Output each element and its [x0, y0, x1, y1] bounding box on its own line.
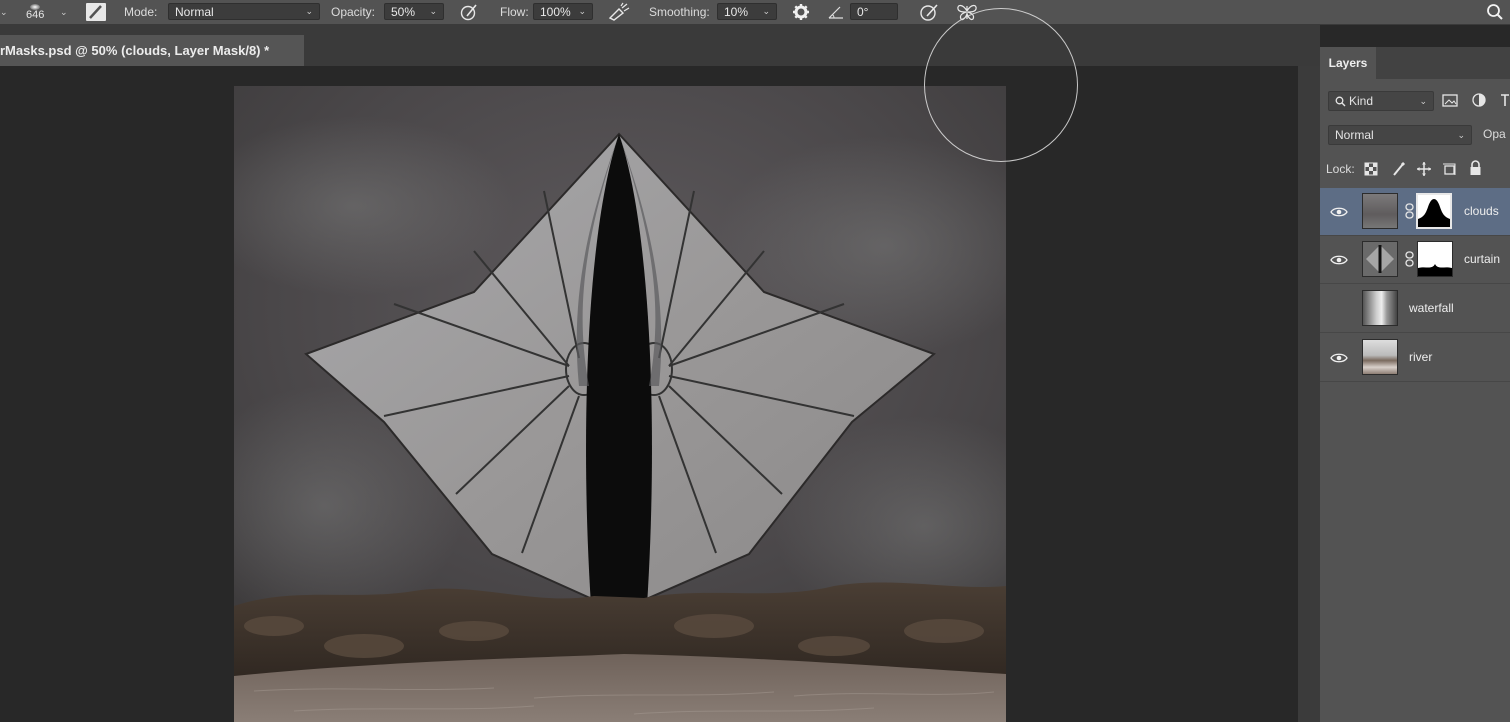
mask-link-icon[interactable]: [1405, 203, 1414, 219]
smoothing-value: 10%: [724, 4, 749, 19]
layer-opacity-label: Opa: [1483, 127, 1506, 141]
lock-label: Lock:: [1326, 162, 1355, 176]
chevron-down-icon: ⌄: [1457, 129, 1465, 140]
filter-kind-value: Kind: [1349, 94, 1374, 108]
flow-label: Flow:: [500, 5, 529, 19]
brush-preset-picker[interactable]: 646: [26, 0, 44, 24]
visibility-eye-icon[interactable]: [1330, 254, 1348, 266]
smoothing-label: Smoothing:: [649, 5, 710, 19]
mask-shape: [1418, 199, 1450, 227]
chevron-down-icon: ⌄: [429, 6, 437, 16]
layers-panel: Layers Kind ⌄ Normal ⌄ Opa Lock: clouds …: [1320, 47, 1510, 722]
layer-name: river: [1409, 350, 1433, 364]
mode-select[interactable]: Normal ⌄: [168, 3, 320, 20]
brush-panel-icon[interactable]: [85, 0, 107, 24]
panel-tab-bar: Layers: [1320, 47, 1510, 79]
visibility-eye-icon[interactable]: [1330, 206, 1348, 218]
brush-size-value: 646: [26, 8, 45, 21]
layer-thumbnail[interactable]: [1362, 193, 1398, 229]
layer-thumbnail[interactable]: [1362, 339, 1398, 375]
layer-filter-kind-select[interactable]: Kind ⌄: [1328, 91, 1434, 111]
flow-value: 100%: [540, 4, 571, 19]
layer-row-waterfall[interactable]: waterfall: [1320, 285, 1510, 333]
smoothing-settings-gear-icon[interactable]: [792, 0, 810, 24]
lock-artboard-icon[interactable]: [1442, 161, 1458, 182]
layer-name: clouds: [1464, 204, 1499, 218]
opacity-label: Opacity:: [331, 5, 376, 19]
search-icon: [1335, 96, 1346, 106]
filter-type-layer-icon[interactable]: [1500, 93, 1510, 112]
tab-layers-label: Layers: [1328, 56, 1368, 70]
lock-row: Lock:: [1326, 159, 1355, 179]
document-canvas[interactable]: [234, 86, 1006, 722]
document-tab-bar: rMasks.psd @ 50% (clouds, Layer Mask/8) …: [0, 25, 1320, 66]
chevron-down-icon: ⌄: [305, 6, 313, 16]
layer-row-curtain[interactable]: curtain: [1320, 236, 1510, 284]
layer-name: waterfall: [1409, 301, 1454, 315]
layer-thumbnail[interactable]: [1362, 241, 1398, 277]
search-icon[interactable]: [1486, 0, 1504, 24]
layer-mask-thumbnail[interactable]: [1417, 241, 1453, 277]
mode-label: Mode:: [124, 5, 158, 19]
visibility-eye-icon[interactable]: [1330, 352, 1348, 364]
lock-transparent-pixels-icon[interactable]: [1364, 162, 1378, 181]
pressure-opacity-icon[interactable]: [459, 0, 479, 24]
layer-mask-thumbnail[interactable]: [1416, 193, 1452, 229]
filter-adjustment-layer-icon[interactable]: [1472, 93, 1486, 112]
document-tab-title: rMasks.psd @ 50% (clouds, Layer Mask/8) …: [0, 43, 270, 58]
tool-preset-chevron-icon[interactable]: ⌄: [0, 0, 8, 24]
lock-position-icon[interactable]: [1416, 161, 1432, 182]
filter-pixel-layer-icon[interactable]: [1442, 94, 1458, 112]
tab-layers[interactable]: Layers: [1320, 47, 1376, 79]
mask-shape: [1418, 264, 1452, 276]
document-tab[interactable]: rMasks.psd @ 50% (clouds, Layer Mask/8) …: [0, 35, 304, 66]
mode-value: Normal: [175, 4, 214, 19]
blend-mode-value: Normal: [1335, 128, 1374, 142]
chevron-down-icon: ⌄: [1419, 95, 1427, 106]
blend-mode-select[interactable]: Normal ⌄: [1328, 125, 1472, 145]
pressure-size-icon[interactable]: [918, 0, 940, 24]
angle-value: 0°: [857, 4, 869, 19]
chevron-down-icon: ⌄: [578, 6, 586, 16]
lock-all-icon[interactable]: [1469, 160, 1482, 181]
curtain-thumbnail-art: [1366, 245, 1394, 273]
lock-image-pixels-icon[interactable]: [1392, 161, 1406, 182]
mask-link-icon[interactable]: [1405, 251, 1414, 267]
brush-cursor-outline: [924, 8, 1078, 162]
workspace-divider: [1298, 66, 1320, 722]
visibility-toggle-empty[interactable]: [1330, 303, 1348, 315]
layer-row-clouds[interactable]: clouds: [1320, 188, 1510, 236]
opacity-value: 50%: [391, 4, 416, 19]
opacity-field[interactable]: 50% ⌄: [384, 3, 444, 20]
layer-name: curtain: [1464, 252, 1501, 266]
chevron-down-icon: ⌄: [762, 6, 770, 16]
angle-field[interactable]: 0°: [850, 3, 898, 20]
artwork-image: [234, 86, 1006, 722]
smoothing-field[interactable]: 10% ⌄: [717, 3, 777, 20]
airbrush-icon[interactable]: [607, 0, 631, 24]
brush-picker-chevron-icon[interactable]: ⌄: [60, 0, 68, 24]
tool-options-bar: ⌄ 646 ⌄ Mode: Normal ⌄ Opacity: 50% ⌄ Flow…: [0, 0, 1510, 25]
layer-thumbnail[interactable]: [1362, 290, 1398, 326]
layer-row-river[interactable]: river: [1320, 334, 1510, 382]
flow-field[interactable]: 100% ⌄: [533, 3, 593, 20]
angle-icon: [827, 0, 845, 24]
